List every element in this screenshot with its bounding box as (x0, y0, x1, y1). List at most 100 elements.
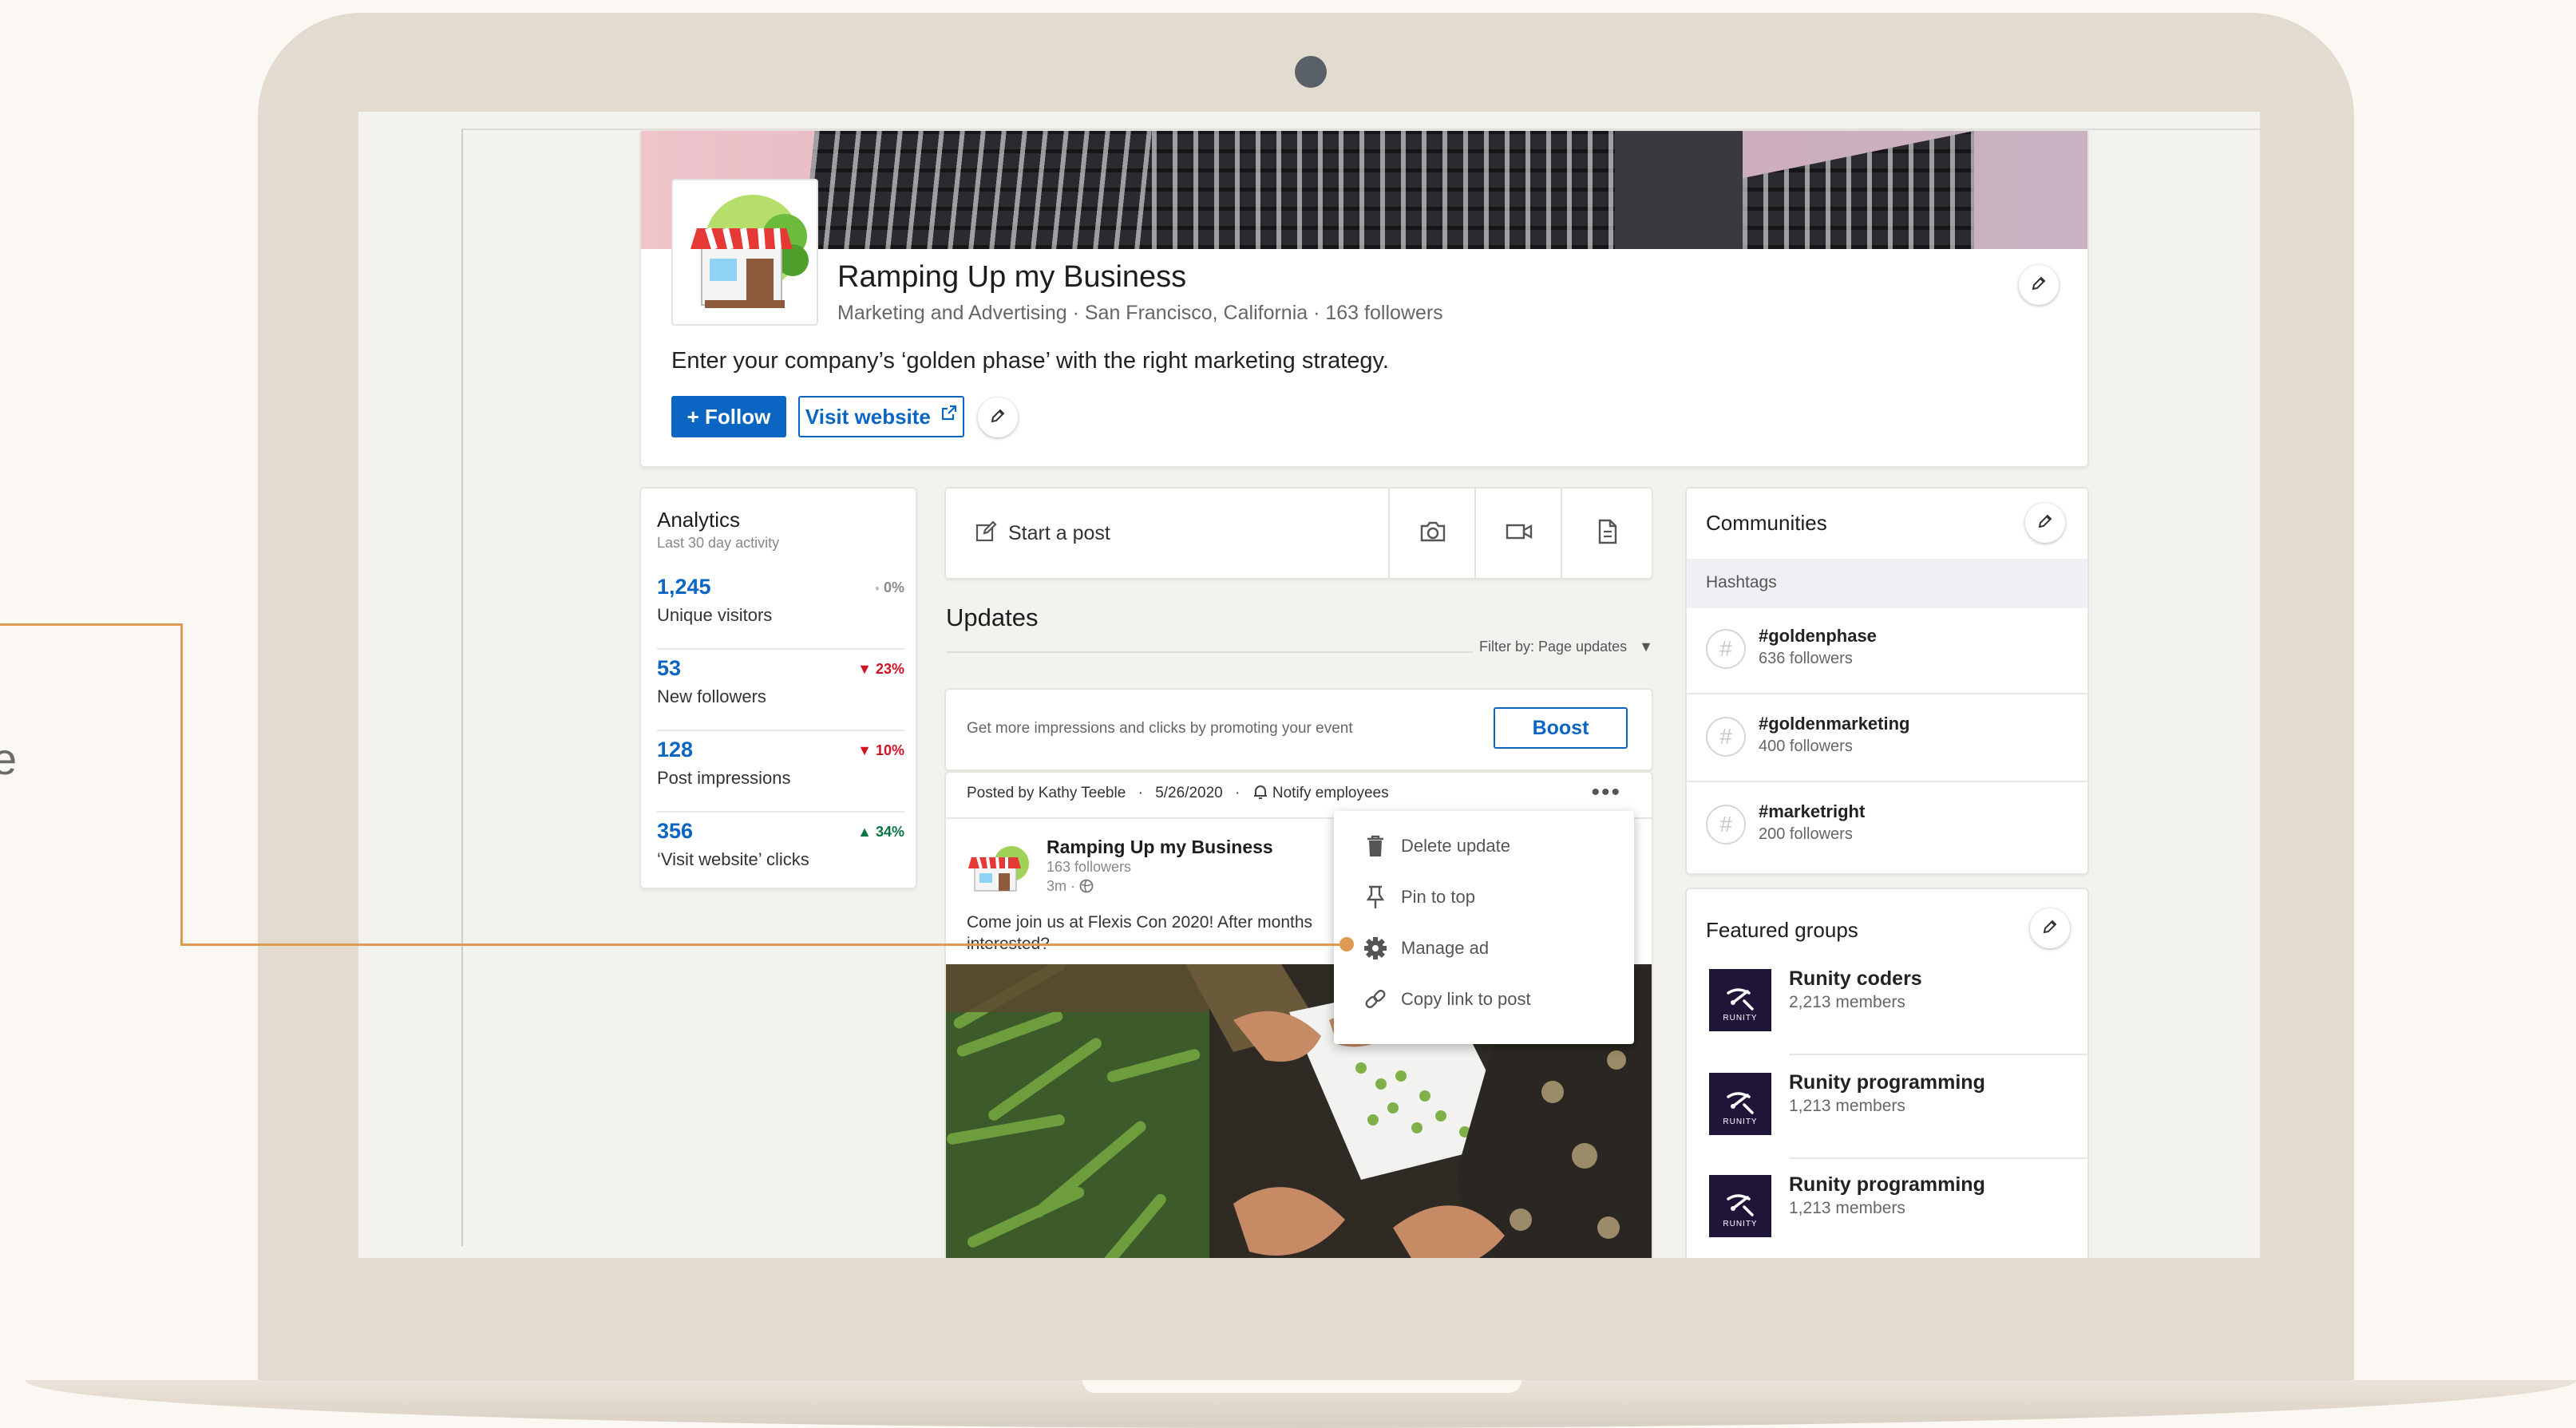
follow-button[interactable]: + Follow (671, 396, 786, 437)
filter-label: Filter by: Page updates (1479, 639, 1628, 655)
group-members: 1,213 members (1789, 1097, 1905, 1115)
post-meta-line: Posted by Kathy Teeble · 5/26/2020 · Not… (967, 785, 1389, 801)
hashtag-icon: # (1706, 629, 1746, 669)
bell-icon (1252, 785, 1272, 801)
metric-change: ▲ 34% (857, 824, 904, 840)
pencil-icon (989, 407, 1007, 429)
filter-dropdown[interactable]: Filter by: Page updates ▼ (1473, 639, 1660, 655)
trend-down-icon: ▼ (857, 661, 872, 677)
post-author-followers: 163 followers (1047, 859, 1132, 875)
analytics-subtitle: Last 30 day activity (657, 535, 780, 551)
hashtag-name: #marketright (1759, 801, 1866, 821)
company-tagline: Enter your company’s ‘golden phase’ with… (671, 348, 1389, 374)
communities-title: Communities (1706, 511, 1827, 535)
menu-item-delete-update[interactable]: Delete update (1334, 821, 1634, 872)
hashtag-followers: 636 followers (1759, 650, 1853, 667)
metric-label: ‘Visit website’ clicks (657, 849, 809, 869)
hashtag-item[interactable]: # #goldenmarketing 400 followers (1687, 696, 2087, 782)
edit-header-button[interactable] (2019, 265, 2059, 305)
gear-icon (1361, 934, 1390, 963)
hashtag-item[interactable]: # #marketright 200 followers (1687, 784, 2087, 870)
featured-groups-title: Featured groups (1706, 918, 1858, 942)
group-item[interactable]: RUNITY Runity programming 1,213 members (1687, 1057, 2087, 1159)
link-icon (1361, 985, 1390, 1014)
hashtag-name: #goldenphase (1759, 626, 1877, 646)
group-members: 2,213 members (1789, 993, 1905, 1011)
analytics-row[interactable]: 128 Post impressions ▼ 10% (641, 731, 916, 813)
edit-buttons-button[interactable] (978, 398, 1018, 437)
callout-line (0, 623, 182, 626)
metric-label: Unique visitors (657, 605, 773, 625)
analytics-row[interactable]: 356 ‘Visit website’ clicks ▲ 34% (641, 813, 916, 894)
metric-change: ● 0% (874, 580, 904, 595)
cropped-caption-text: e (0, 734, 18, 784)
company-name: Ramping Up my Business (837, 260, 1187, 294)
menu-item-pin-to-top[interactable]: Pin to top (1334, 872, 1634, 923)
featured-groups-card: Featured groups RUNITY Runity coders 2,2… (1687, 889, 2087, 1258)
hashtags-label: Hashtags (1706, 573, 1777, 591)
updates-title: Updates (946, 603, 1039, 631)
visit-website-button[interactable]: Visit website (798, 396, 964, 437)
edit-communities-button[interactable] (2025, 503, 2065, 543)
trash-icon (1361, 832, 1390, 860)
pin-icon (1361, 883, 1390, 912)
analytics-card: Analytics Last 30 day activity 1,245 Uni… (641, 489, 916, 888)
boost-banner: Get more impressions and clicks by promo… (946, 690, 1652, 769)
start-post-label: Start a post (1008, 521, 1110, 544)
dot-icon: ● (874, 583, 880, 593)
hashtag-name: #goldenmarketing (1759, 714, 1910, 734)
hashtag-icon: # (1706, 805, 1746, 845)
boost-button[interactable]: Boost (1494, 707, 1628, 749)
divider (462, 129, 2260, 130)
group-name: Runity programming (1789, 1071, 1985, 1094)
metric-value: 356 (657, 819, 694, 843)
hashtag-followers: 200 followers (1759, 825, 1853, 843)
group-item[interactable]: RUNITY Runity programming 1,213 members (1687, 1159, 2087, 1258)
company-logo[interactable] (671, 179, 818, 326)
posted-by: Posted by Kathy Teeble (967, 785, 1126, 801)
analytics-row[interactable]: 53 New followers ▼ 23% (641, 650, 916, 731)
cover-banner (641, 131, 2087, 249)
document-icon (1597, 519, 1618, 548)
group-members: 1,213 members (1789, 1199, 1905, 1217)
metric-value: 1,245 (657, 575, 711, 599)
add-video-button[interactable] (1474, 489, 1562, 578)
pencil-icon (2041, 918, 2059, 939)
analytics-title: Analytics (657, 508, 741, 532)
company-header-card: Ramping Up my Business Marketing and Adv… (641, 131, 2087, 466)
pencil-icon (2036, 512, 2054, 534)
menu-item-copy-link[interactable]: Copy link to post (1334, 974, 1634, 1025)
post-composer: Start a post (946, 489, 1652, 578)
post-author-name[interactable]: Ramping Up my Business (1047, 837, 1273, 858)
group-logo: RUNITY (1709, 1073, 1771, 1135)
group-name: Runity coders (1789, 967, 1922, 990)
trend-down-icon: ▼ (857, 742, 872, 758)
group-item[interactable]: RUNITY Runity coders 2,213 members (1687, 953, 2087, 1055)
metric-label: Post impressions (657, 768, 791, 788)
group-logo: RUNITY (1709, 969, 1771, 1031)
notify-employees[interactable]: Notify employees (1272, 785, 1389, 801)
edit-groups-button[interactable] (2030, 908, 2070, 948)
trend-up-icon: ▲ (857, 824, 872, 840)
add-photo-button[interactable] (1388, 489, 1476, 578)
webcam-dot (1295, 56, 1327, 88)
more-options-button[interactable]: ••• (1591, 779, 1621, 806)
analytics-row[interactable]: 1,245 Unique visitors ● 0% (641, 568, 916, 650)
visit-website-label: Visit website (805, 404, 931, 429)
camera-icon (1419, 520, 1446, 547)
author-avatar[interactable] (967, 845, 1034, 894)
start-post-button[interactable]: Start a post (946, 489, 1388, 578)
caret-down-icon: ▼ (1639, 639, 1653, 655)
callout-dot (1339, 937, 1354, 951)
callout-line (180, 623, 183, 946)
compose-icon (975, 520, 997, 547)
menu-item-manage-ad[interactable]: Manage ad (1334, 923, 1634, 974)
callout-line (180, 943, 1346, 946)
post-date: 5/26/2020 (1155, 785, 1223, 801)
hashtag-item[interactable]: # #goldenphase 636 followers (1687, 608, 2087, 694)
add-document-button[interactable] (1561, 489, 1653, 578)
post-text-line: Come join us at Flexis Con 2020! After m… (967, 913, 1313, 932)
metric-change: ▼ 10% (857, 742, 904, 758)
video-icon (1506, 521, 1533, 546)
hashtags-header: Hashtags (1687, 559, 2087, 608)
